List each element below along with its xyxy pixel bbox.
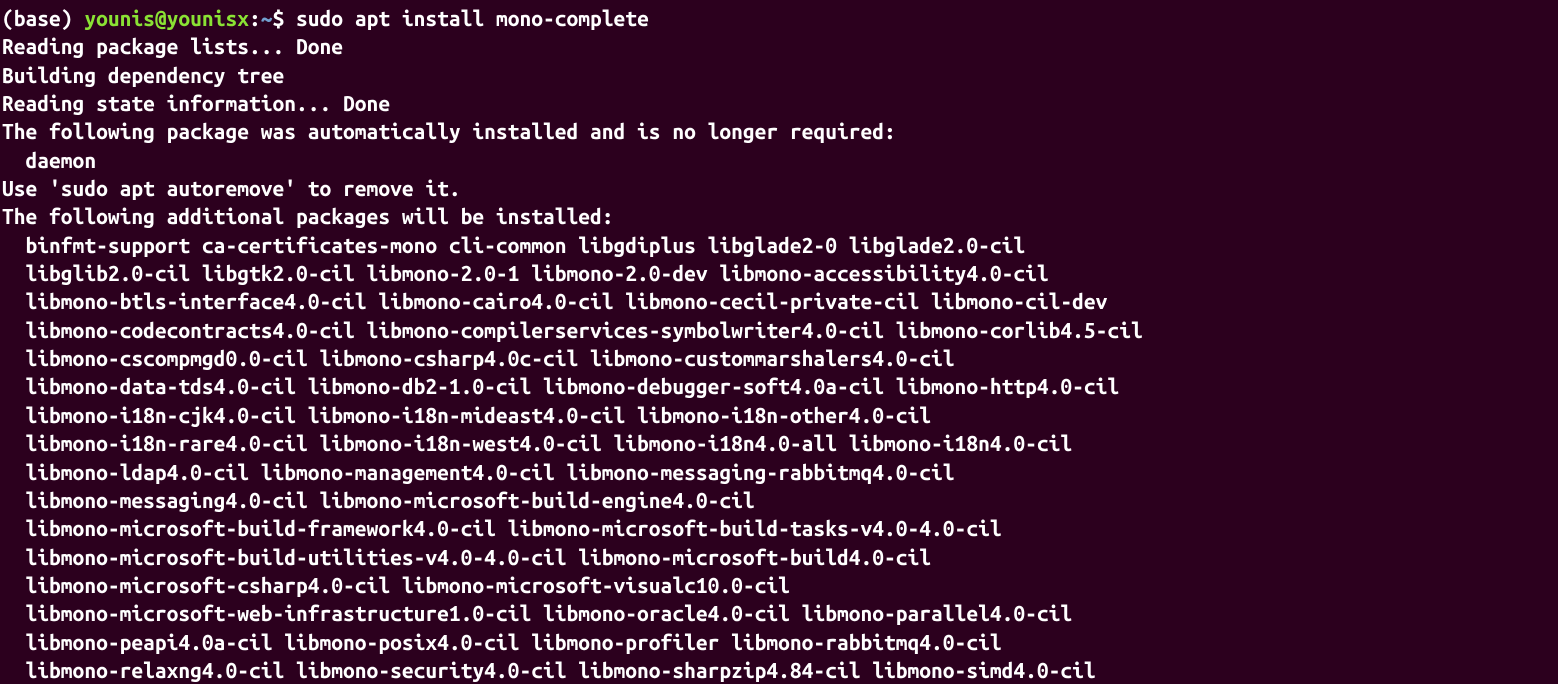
prompt-colon: : — [249, 6, 261, 30]
package-line: binfmt-support ca-certificates-mono cli-… — [2, 233, 1025, 257]
output-line: Reading package lists... Done — [2, 34, 343, 58]
package-line: libmono-data-tds4.0-cil libmono-db2-1.0-… — [2, 374, 1119, 398]
output-line: The following additional packages will b… — [2, 204, 614, 228]
output-line: The following package was automatically … — [2, 119, 896, 143]
output-line: Building dependency tree — [2, 63, 284, 87]
package-line: libmono-microsoft-web-infrastructure1.0-… — [2, 601, 1072, 625]
package-line: libglib2.0-cil libgtk2.0-cil libmono-2.0… — [2, 261, 1049, 285]
package-line: libmono-relaxng4.0-cil libmono-security4… — [2, 658, 1096, 682]
package-line: libmono-codecontracts4.0-cil libmono-com… — [2, 318, 1143, 342]
prompt-dollar: $ — [273, 6, 285, 30]
package-line: libmono-microsoft-csharp4.0-cil libmono-… — [2, 573, 790, 597]
output-line: daemon — [2, 148, 96, 172]
package-line: libmono-btls-interface4.0-cil libmono-ca… — [2, 289, 1107, 313]
prompt-path: ~ — [261, 6, 273, 30]
package-line: libmono-microsoft-build-framework4.0-cil… — [2, 516, 1002, 540]
prompt-user-host: younis@younisx — [84, 6, 249, 30]
package-line: libmono-cscompmgd0.0-cil libmono-csharp4… — [2, 346, 955, 370]
output-line: Reading state information... Done — [2, 91, 390, 115]
package-line: libmono-peapi4.0a-cil libmono-posix4.0-c… — [2, 630, 1002, 654]
package-line: libmono-messaging4.0-cil libmono-microso… — [2, 488, 755, 512]
package-line: libmono-microsoft-build-utilities-v4.0-4… — [2, 545, 931, 569]
package-line: libmono-i18n-rare4.0-cil libmono-i18n-we… — [2, 431, 1072, 455]
package-line: libmono-ldap4.0-cil libmono-management4.… — [2, 460, 955, 484]
package-line: libmono-i18n-cjk4.0-cil libmono-i18n-mid… — [2, 403, 931, 427]
output-line: Use 'sudo apt autoremove' to remove it. — [2, 176, 461, 200]
command-input[interactable]: sudo apt install mono-complete — [296, 6, 649, 30]
prompt-env: (base) — [2, 6, 73, 30]
